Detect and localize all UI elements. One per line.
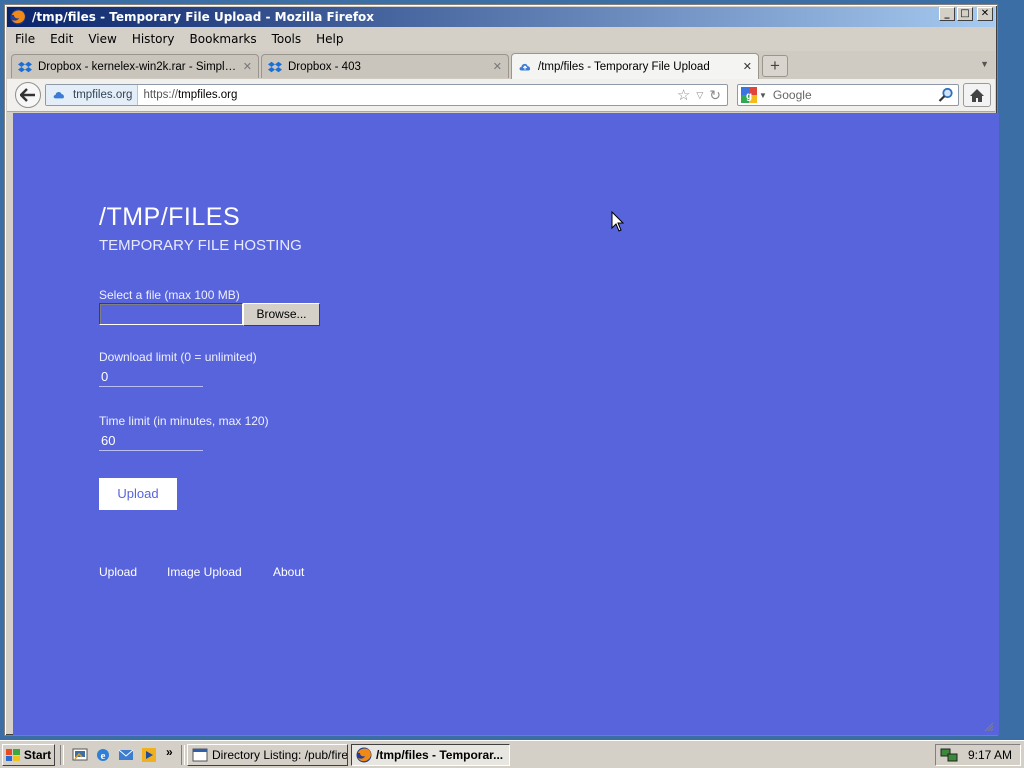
file-label: Select a file (max 100 MB) [99,288,240,302]
page-content: /TMP/FILES TEMPORARY FILE HOSTING Select… [13,113,999,735]
history-dropdown-icon[interactable]: ▽ [696,90,703,101]
show-desktop-icon[interactable] [72,747,88,763]
menu-view[interactable]: View [80,32,123,46]
taskbar-item-tmpfiles[interactable]: /tmp/files - Temporar... [351,744,510,766]
tab-label: /tmp/files - Temporary File Upload [538,60,710,73]
quick-launch-overflow[interactable]: » [166,745,173,759]
resize-grip-icon[interactable] [984,722,994,732]
firefox-icon [10,9,26,25]
start-label: Start [23,748,52,762]
windows-logo-icon [5,749,20,761]
media-player-icon[interactable] [141,747,157,763]
start-button[interactable]: Start [2,744,55,766]
site-identity-label: tmpfiles.org [73,89,133,101]
firefox-window: /tmp/files - Temporary File Upload - Moz… [4,4,999,736]
search-engine-selector[interactable]: g ▼ [741,87,767,103]
system-tray: 9:17 AM [935,744,1021,766]
home-icon [970,88,984,102]
url-bar-actions: ☆ ▽ ↻ [677,86,721,105]
google-icon: g [741,87,757,103]
menu-file[interactable]: File [7,32,42,46]
close-window-button[interactable]: ✕ [977,7,993,21]
time-limit-label: Time limit (in minutes, max 120) [99,414,269,428]
menu-history[interactable]: History [124,32,182,46]
page-title: /TMP/FILES [99,203,241,231]
menu-bar: File Edit View History Bookmarks Tools H… [7,29,995,49]
clock[interactable]: 9:17 AM [968,748,1012,762]
back-button[interactable] [15,82,41,108]
chevron-down-icon: ▼ [759,90,767,100]
footer-link-about[interactable]: About [273,565,304,579]
browser-window-icon [192,748,208,762]
download-limit-input[interactable]: 0 [99,367,203,387]
upload-button[interactable]: Upload [99,478,177,510]
cloud-icon [53,91,64,99]
time-limit-input[interactable]: 60 [99,431,203,451]
bookmark-star-icon[interactable]: ☆ [677,86,690,104]
home-button[interactable] [963,83,991,107]
taskbar-separator [60,745,64,765]
tab-tmpfiles[interactable]: /tmp/files - Temporary File Upload ✕ [511,53,759,79]
download-limit-label: Download limit (0 = unlimited) [99,350,257,364]
menu-bookmarks[interactable]: Bookmarks [182,32,264,46]
taskbar-separator [181,745,185,765]
tab-close-icon[interactable]: ✕ [493,60,502,73]
search-box[interactable]: g ▼ Google [737,84,959,106]
menu-edit[interactable]: Edit [42,32,80,46]
firefox-icon [356,747,372,763]
page-subtitle: TEMPORARY FILE HOSTING [99,237,302,254]
taskbar-item-label: Directory Listing: /pub/firef... [212,748,348,762]
minimize-button[interactable]: _ [939,7,955,21]
mouse-pointer-icon [611,211,625,232]
new-tab-button[interactable]: + [762,55,788,77]
svg-text:g: g [746,91,752,102]
site-identity-button[interactable]: tmpfiles.org [46,85,139,105]
taskbar-item-label: /tmp/files - Temporar... [376,748,504,762]
taskbar: Start e » Directory Listing: /pub/firef.… [0,740,1024,768]
tab-dropbox-403[interactable]: Dropbox - 403 ✕ [261,54,509,78]
svg-text:e: e [101,750,106,762]
tab-dropbox-kernelex[interactable]: Dropbox - kernelex-win2k.rar - Simplify … [11,54,259,78]
window-controls: _ □ ✕ [939,7,993,21]
back-arrow-icon [20,88,35,102]
tab-list-dropdown-icon[interactable]: ▼ [980,59,989,69]
window-title: /tmp/files - Temporary File Upload - Moz… [32,10,375,24]
cloud-icon [519,63,531,70]
search-placeholder: Google [772,88,812,102]
url-bar[interactable]: tmpfiles.org https://tmpfiles.org ☆ ▽ ↻ [45,84,728,106]
url-host: tmpfiles.org [177,89,238,101]
search-icon[interactable] [938,87,954,103]
tab-bar: Dropbox - kernelex-win2k.rar - Simplify … [7,51,995,79]
tab-close-icon[interactable]: ✕ [743,60,752,73]
file-input[interactable] [99,303,243,325]
internet-explorer-icon[interactable]: e [95,747,111,763]
tab-close-icon[interactable]: ✕ [243,60,252,73]
footer-link-image-upload[interactable]: Image Upload [167,565,242,579]
taskbar-item-directory-listing[interactable]: Directory Listing: /pub/firef... [187,744,348,766]
outlook-express-icon[interactable] [118,747,134,763]
browse-button[interactable]: Browse... [243,303,320,326]
menu-help[interactable]: Help [308,32,350,46]
maximize-button[interactable]: □ [957,7,973,21]
dropbox-icon [268,61,282,72]
footer-link-upload[interactable]: Upload [99,565,137,579]
tab-label: Dropbox - 403 [288,60,361,73]
navigation-toolbar: tmpfiles.org https://tmpfiles.org ☆ ▽ ↻ … [7,79,995,112]
menu-tools[interactable]: Tools [264,32,309,46]
network-icon[interactable] [940,747,958,763]
reload-icon[interactable]: ↻ [709,87,721,104]
tab-label: Dropbox - kernelex-win2k.rar - Simplify … [38,60,237,73]
dropbox-icon [18,61,32,72]
url-text[interactable]: https://tmpfiles.org [138,89,676,101]
title-bar[interactable]: /tmp/files - Temporary File Upload - Moz… [7,7,995,27]
url-scheme: https:// [143,89,178,101]
